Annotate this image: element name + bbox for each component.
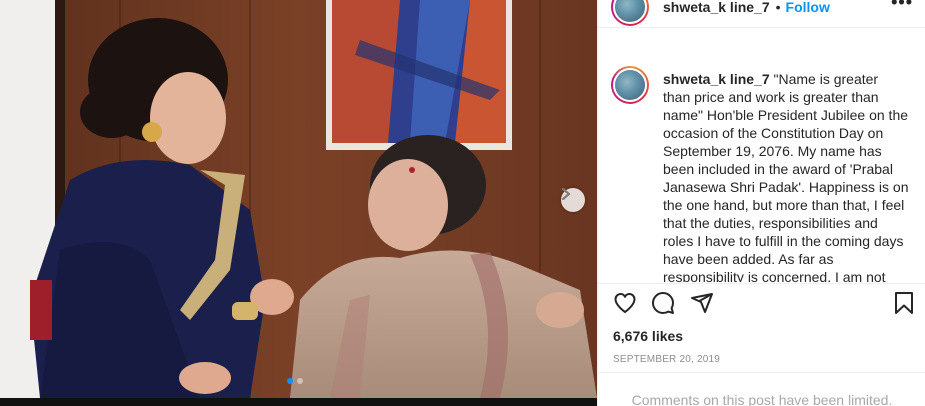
like-count[interactable]: 6,676 likes <box>613 328 683 344</box>
bookmark-icon <box>895 292 913 314</box>
caption-avatar[interactable] <box>611 66 649 104</box>
photo-bottom-edge <box>0 398 597 406</box>
carousel-dot-active <box>287 378 293 384</box>
carousel-indicator <box>287 378 303 384</box>
carousel-dot <box>297 378 303 384</box>
share-icon <box>691 293 713 313</box>
share-button[interactable] <box>690 291 714 320</box>
post-date[interactable]: SEPTEMBER 20, 2019 <box>613 354 720 365</box>
post-photo[interactable] <box>0 0 597 398</box>
caption: shweta_k line_7 "Name is greater than pr… <box>611 66 911 282</box>
separator-dot: • <box>775 0 781 15</box>
comments-limited-notice: Comments on this post have been limited. <box>631 392 893 406</box>
caption-text: "Name is greater than price and work is … <box>663 71 909 282</box>
chevron-right-icon <box>561 188 571 200</box>
comment-icon <box>652 292 674 314</box>
avatar[interactable] <box>611 0 649 26</box>
photo-illustration <box>0 0 597 398</box>
follow-button[interactable]: Follow <box>786 0 830 15</box>
action-bar <box>611 291 916 319</box>
divider <box>598 283 925 284</box>
caption-body: shweta_k line_7 "Name is greater than pr… <box>663 70 909 282</box>
save-button[interactable] <box>892 291 916 320</box>
post-header: shweta_k line_7 • Follow ••• <box>598 0 925 28</box>
header-username[interactable]: shweta_k line_7 <box>663 0 770 15</box>
divider <box>598 372 925 373</box>
next-slide-button[interactable] <box>561 188 585 212</box>
heart-icon <box>614 293 636 313</box>
comment-button[interactable] <box>651 291 675 320</box>
caption-username[interactable]: shweta_k line_7 <box>663 71 770 87</box>
more-options-icon[interactable]: ••• <box>891 0 913 13</box>
post-sidebar: shweta_k line_7 • Follow ••• shweta_k li… <box>597 0 925 406</box>
like-button[interactable] <box>613 291 637 320</box>
